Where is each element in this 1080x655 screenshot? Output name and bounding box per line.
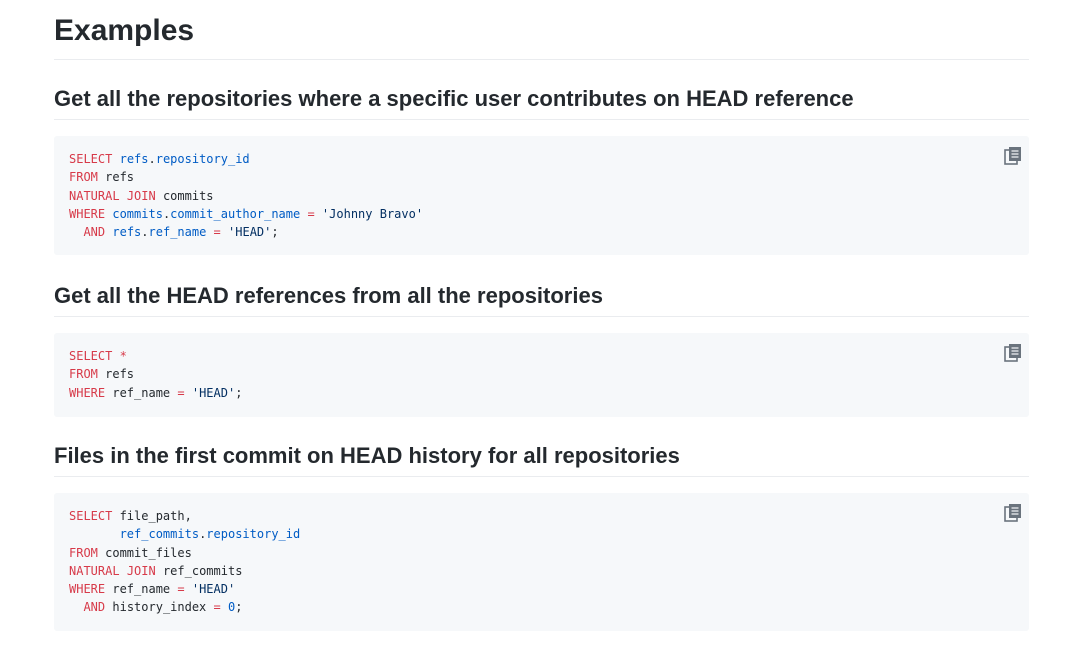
copy-button[interactable] bbox=[1004, 503, 1022, 523]
code-keyword: NATURAL bbox=[69, 563, 120, 578]
example-title: Get all the repositories where a specifi… bbox=[54, 84, 1029, 120]
code-string: 'HEAD' bbox=[191, 582, 236, 597]
code-identifier: commit_author_name bbox=[170, 206, 301, 221]
code-keyword: AND bbox=[83, 225, 106, 240]
code-keyword: FROM bbox=[69, 170, 98, 185]
code-string: 'HEAD' bbox=[191, 385, 236, 400]
copy-icon bbox=[1004, 504, 1021, 522]
code-keyword: NATURAL bbox=[69, 188, 120, 203]
code-keyword: WHERE bbox=[69, 385, 106, 400]
code-block: SELECT refs.repository_id FROM refs NATU… bbox=[54, 136, 1029, 255]
code-number: 0 bbox=[227, 600, 236, 615]
example-title: Files in the first commit on HEAD histor… bbox=[54, 441, 1029, 477]
code-keyword: * bbox=[119, 349, 127, 363]
code-string: 'Johnny Bravo' bbox=[321, 206, 424, 221]
code-keyword: JOIN bbox=[126, 563, 156, 578]
code-snippet[interactable]: SELECT refs.repository_id FROM refs NATU… bbox=[69, 150, 1014, 241]
code-keyword: JOIN bbox=[126, 188, 156, 203]
code-identifier: ref_name bbox=[148, 225, 207, 240]
code-keyword: = bbox=[213, 600, 221, 615]
code-string: 'HEAD' bbox=[228, 225, 272, 240]
code-keyword: = bbox=[213, 225, 221, 240]
code-identifier: refs bbox=[119, 152, 149, 166]
code-identifier: commits bbox=[112, 206, 163, 221]
code-keyword: SELECT bbox=[69, 509, 113, 523]
code-identifier: repository_id bbox=[206, 527, 301, 542]
code-block: SELECT * FROM refs WHERE ref_name = 'HEA… bbox=[54, 333, 1029, 417]
code-keyword: SELECT bbox=[69, 349, 113, 363]
copy-icon bbox=[1004, 147, 1021, 165]
code-identifier: ref_commits bbox=[119, 527, 200, 542]
code-keyword: FROM bbox=[69, 367, 98, 382]
code-snippet[interactable]: SELECT file_path, ref_commits.repository… bbox=[69, 507, 1014, 617]
code-keyword: FROM bbox=[69, 545, 98, 560]
code-keyword: WHERE bbox=[69, 582, 106, 597]
code-identifier: refs bbox=[112, 225, 142, 240]
code-keyword: = bbox=[177, 582, 185, 597]
copy-icon bbox=[1004, 344, 1021, 362]
copy-button[interactable] bbox=[1004, 146, 1022, 166]
code-keyword: WHERE bbox=[69, 206, 106, 221]
copy-button[interactable] bbox=[1004, 343, 1022, 363]
code-keyword: AND bbox=[83, 600, 106, 615]
example-title: Get all the HEAD references from all the… bbox=[54, 281, 1029, 317]
code-keyword: = bbox=[307, 206, 315, 221]
page-title: Examples bbox=[54, 0, 1029, 60]
code-block: SELECT file_path, ref_commits.repository… bbox=[54, 493, 1029, 631]
examples-section: Examples Get all the repositories where … bbox=[54, 0, 1029, 631]
code-snippet[interactable]: SELECT * FROM refs WHERE ref_name = 'HEA… bbox=[69, 347, 1014, 402]
code-keyword: SELECT bbox=[69, 152, 113, 166]
code-keyword: = bbox=[177, 385, 185, 400]
code-identifier: repository_id bbox=[155, 152, 250, 166]
